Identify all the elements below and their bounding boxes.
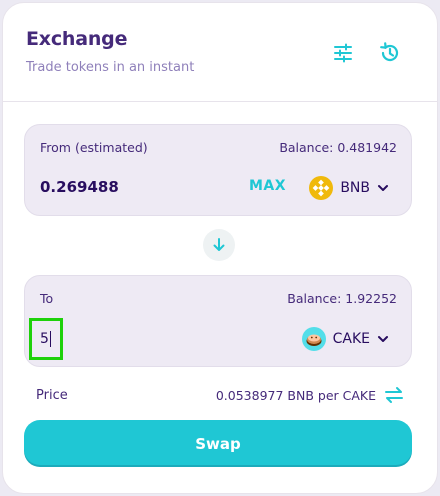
from-token-select[interactable]: BNB xyxy=(309,176,389,200)
from-label: From (estimated) xyxy=(40,140,148,155)
bnb-logo-icon xyxy=(309,176,334,200)
to-panel: To Balance: 1.92252 5 CAKE xyxy=(24,275,412,367)
to-amount-input[interactable]: 5 xyxy=(29,318,63,360)
cake-logo-icon xyxy=(301,327,326,351)
max-button[interactable]: MAX xyxy=(249,178,286,194)
from-amount-input[interactable]: 0.269488 xyxy=(40,178,210,196)
from-token-symbol: BNB xyxy=(340,180,370,196)
switch-direction-button[interactable] xyxy=(203,229,235,261)
to-label: To xyxy=(40,291,54,306)
to-token-select[interactable]: CAKE xyxy=(301,327,389,351)
swap-button-label: Swap xyxy=(195,434,241,453)
chevron-down-icon xyxy=(378,185,388,191)
price-label: Price xyxy=(36,388,68,403)
from-panel: From (estimated) Balance: 0.481942 0.269… xyxy=(24,124,412,216)
page-title: Exchange xyxy=(26,28,128,50)
page-subtitle: Trade tokens in an instant xyxy=(26,60,195,75)
arrow-down-icon xyxy=(213,238,225,251)
price-value: 0.0538977 BNB per CAKE xyxy=(215,388,376,403)
to-amount-value: 5 xyxy=(40,331,51,347)
chevron-down-icon xyxy=(378,336,388,342)
swap-button[interactable]: Swap xyxy=(24,420,412,467)
card-header: Exchange Trade tokens in an instant xyxy=(3,3,437,102)
from-balance: Balance: 0.481942 xyxy=(279,140,397,155)
sliders-icon[interactable] xyxy=(330,40,356,66)
to-balance: Balance: 1.92252 xyxy=(287,291,397,306)
swap-horizontal-icon[interactable] xyxy=(384,386,404,408)
to-token-symbol: CAKE xyxy=(332,331,370,347)
history-icon[interactable] xyxy=(377,40,403,66)
